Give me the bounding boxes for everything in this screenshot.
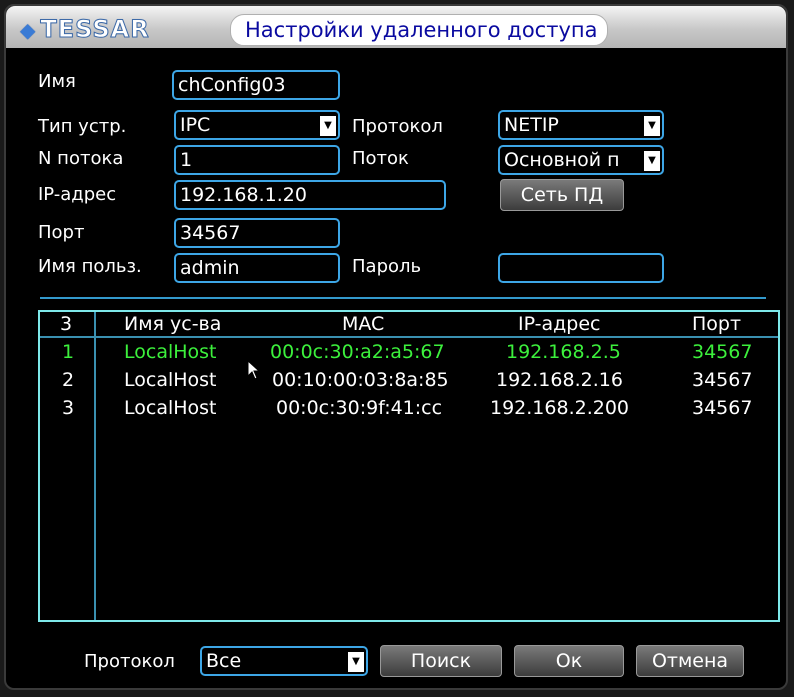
password-input[interactable]	[498, 253, 664, 283]
row-device-name: LocalHost	[124, 341, 217, 363]
mouse-cursor-icon	[247, 360, 261, 380]
row-ip: 192.168.2.5	[506, 341, 621, 363]
protocol-select[interactable]: NETIP ▼	[498, 110, 664, 140]
port-input[interactable]: 34567	[174, 218, 340, 248]
row-ip: 192.168.2.16	[496, 369, 623, 391]
brand-text: TESSAR	[40, 15, 150, 44]
dialog-title: Настройки удаленного доступа	[230, 14, 609, 46]
row-mac: 00:10:00:03:8a:85	[272, 369, 449, 391]
device-list[interactable]: 3 Имя ус-ва MAC IP-адрес Порт 1 LocalHos…	[38, 310, 780, 622]
protocol-value: NETIP	[504, 114, 559, 136]
search-button[interactable]: Поиск	[380, 645, 502, 677]
title-bar: ◆ TESSAR Настройки удаленного доступа	[6, 6, 786, 48]
device-type-label: Тип устр.	[38, 116, 127, 137]
row-ip: 192.168.2.200	[490, 397, 630, 419]
device-type-select[interactable]: IPC ▼	[174, 110, 340, 140]
ok-button[interactable]: Ок	[514, 645, 624, 677]
row-mac: 00:0c:30:a2:a5:67	[270, 341, 445, 363]
row-num: 3	[62, 397, 75, 419]
name-label: Имя	[38, 71, 76, 92]
col-header-count[interactable]: 3	[60, 312, 72, 336]
row-port: 34567	[692, 369, 753, 391]
row-mac: 00:0c:30:9f:41:cc	[276, 397, 443, 419]
password-label: Пароль	[352, 256, 422, 277]
user-label: Имя польз.	[38, 256, 142, 277]
row-port: 34567	[692, 397, 753, 419]
stream-label: Поток	[352, 148, 409, 169]
header-divider	[40, 336, 778, 338]
channel-input[interactable]: 1	[174, 145, 340, 175]
column-divider	[94, 312, 96, 620]
stream-select[interactable]: Основной п ▼	[498, 145, 664, 175]
brand-logo: ◆ TESSAR	[20, 15, 150, 44]
row-device-name: LocalHost	[124, 397, 217, 419]
channel-label: N потока	[38, 148, 124, 169]
port-label: Порт	[38, 222, 85, 243]
stream-value: Основной п	[504, 149, 620, 171]
logo-diamond-icon: ◆	[20, 18, 37, 42]
footer-protocol-label: Протокол	[84, 651, 175, 672]
footer-protocol-select[interactable]: Все ▼	[200, 646, 368, 676]
col-header-port[interactable]: Порт	[692, 312, 741, 336]
row-device-name: LocalHost	[124, 369, 217, 391]
chevron-down-icon[interactable]: ▼	[644, 116, 660, 136]
cancel-button[interactable]: Отмена	[636, 645, 744, 677]
ip-label: IP-адрес	[38, 184, 117, 205]
protocol-label: Протокол	[352, 116, 443, 137]
chevron-down-icon[interactable]: ▼	[320, 116, 336, 136]
chevron-down-icon[interactable]: ▼	[348, 652, 364, 672]
col-header-ip[interactable]: IP-адрес	[518, 312, 600, 336]
row-num: 1	[62, 341, 75, 363]
row-num: 2	[62, 369, 75, 391]
col-header-mac[interactable]: MAC	[342, 312, 384, 336]
col-header-name[interactable]: Имя ус-ва	[124, 312, 221, 336]
footer-protocol-value: Все	[206, 650, 242, 672]
chevron-down-icon[interactable]: ▼	[644, 151, 660, 171]
ip-input[interactable]: 192.168.1.20	[174, 180, 446, 210]
device-type-value: IPC	[180, 114, 211, 136]
name-input[interactable]: chConfig03	[172, 70, 340, 100]
user-input[interactable]: admin	[174, 253, 340, 283]
divider	[40, 297, 766, 299]
network-button[interactable]: Сеть ПД	[500, 179, 624, 211]
row-port: 34567	[692, 341, 753, 363]
